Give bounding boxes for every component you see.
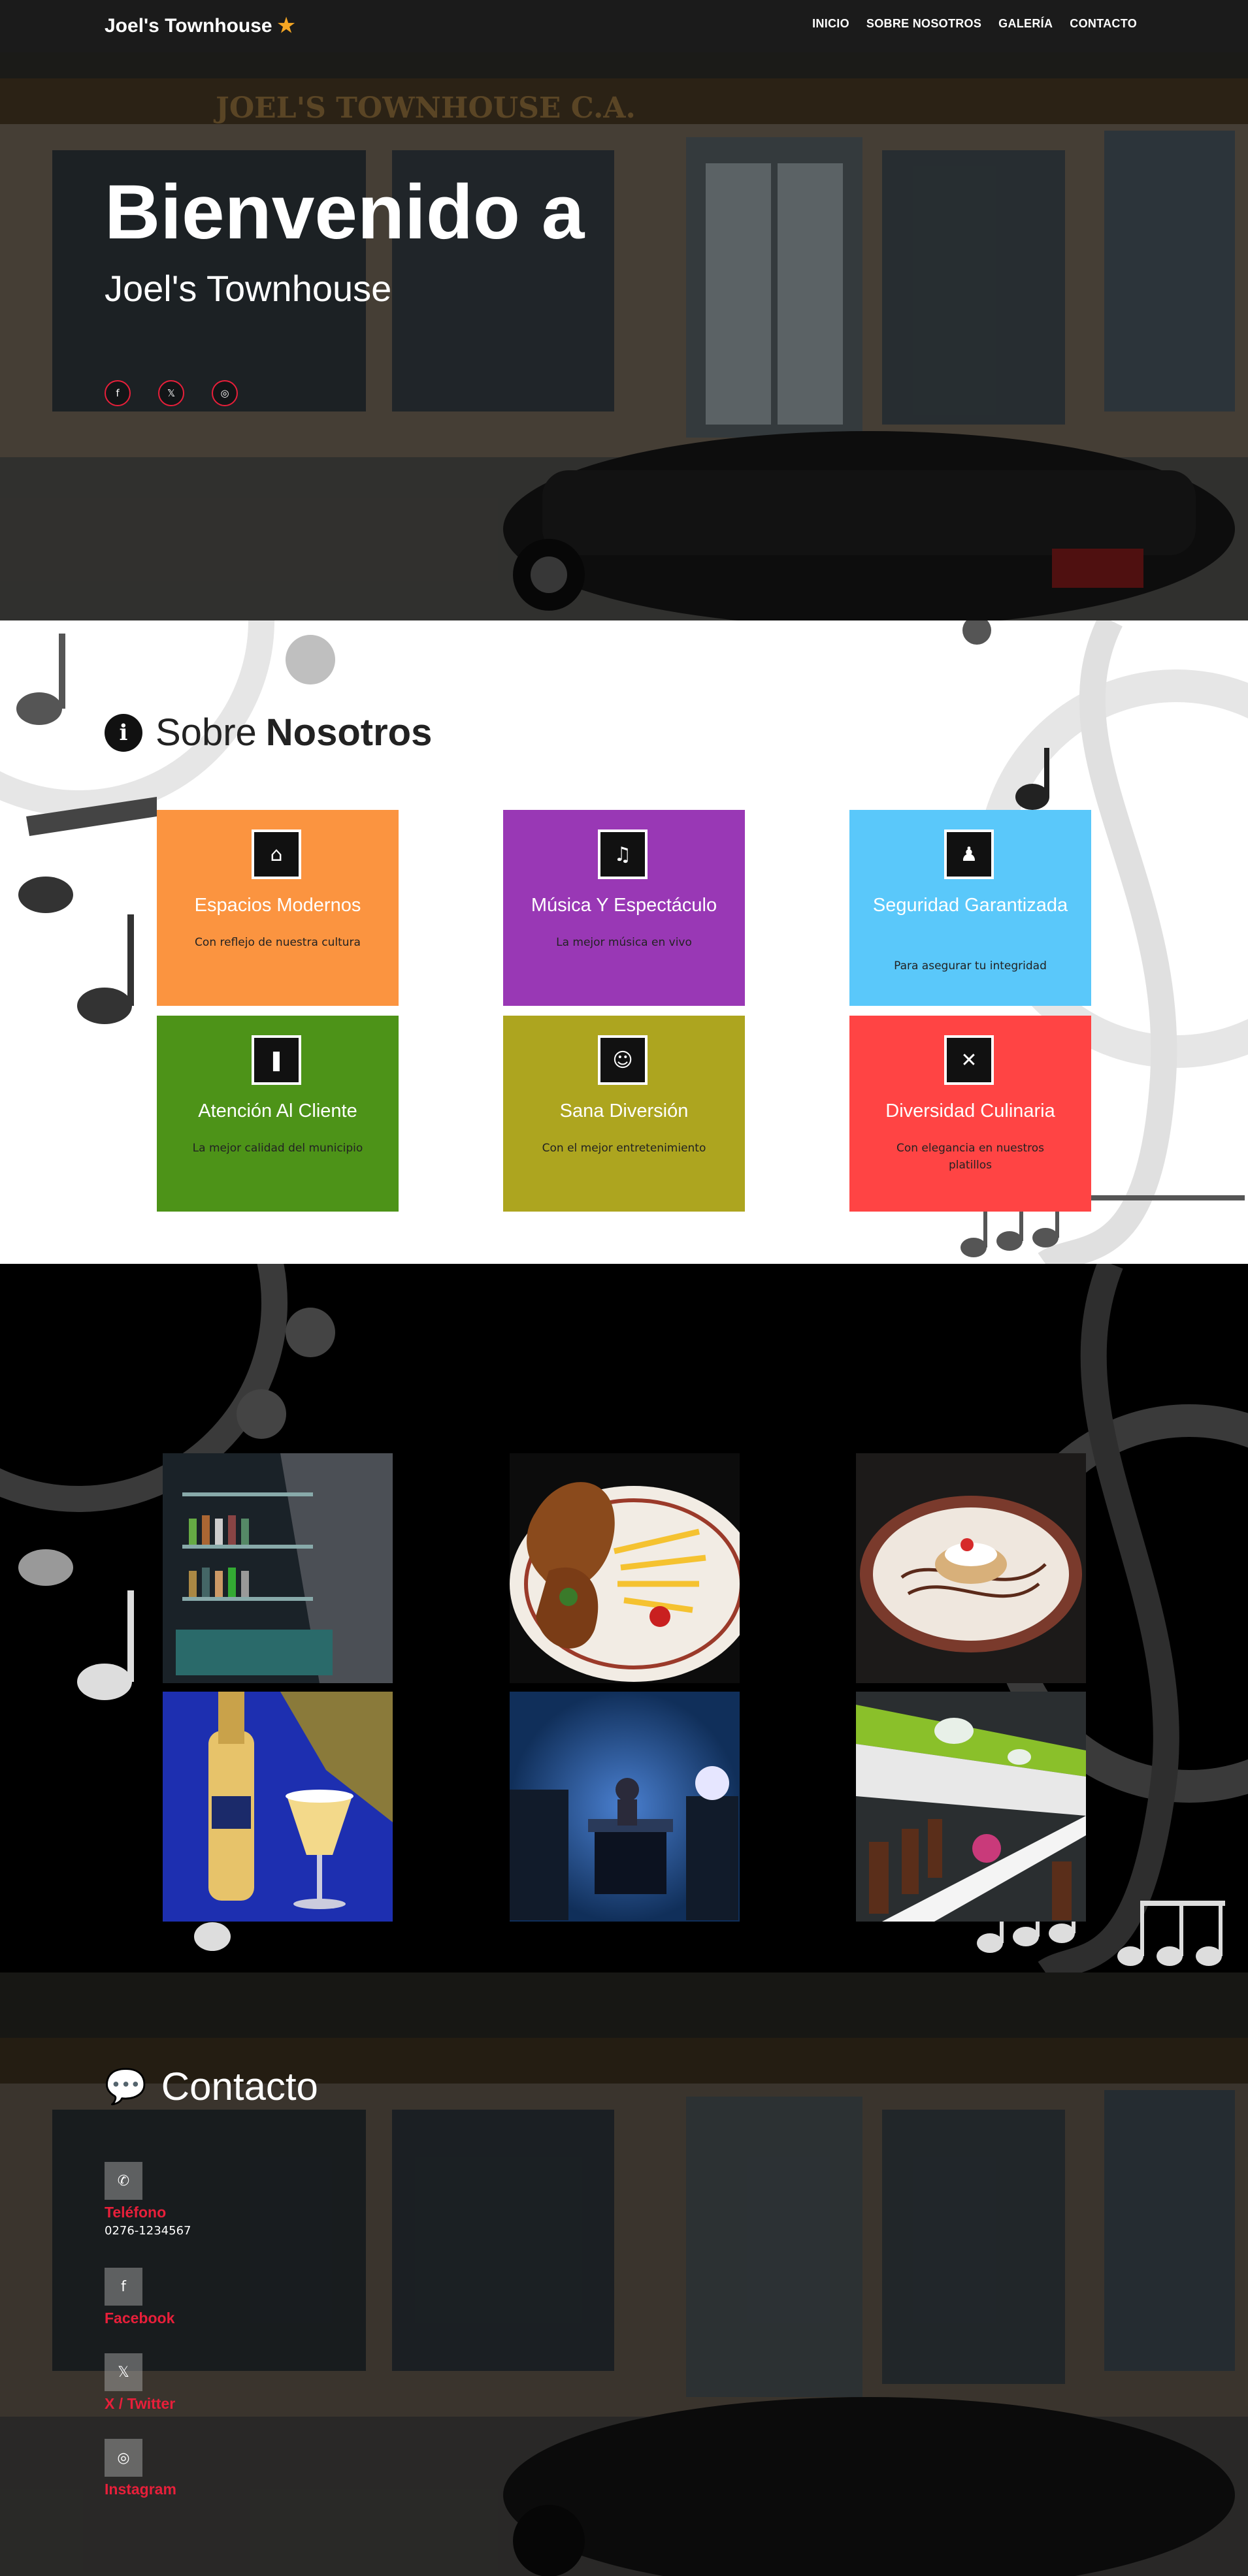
feature-card-desc: La mejor calidad del municipio xyxy=(192,1142,363,1155)
feature-card-title: Seguridad Garantizada xyxy=(872,895,1068,916)
utensils-icon: ✕ xyxy=(944,1035,994,1085)
feature-card-title: Diversidad Culinaria xyxy=(885,1101,1055,1121)
feature-card-musica: ♫ Música Y Espectáculo La mejor música e… xyxy=(503,810,745,1006)
top-navbar: Joel's Townhouse ★ INICIO SOBRE NOSOTROS … xyxy=(0,0,1248,52)
feature-card-title: Música Y Espectáculo xyxy=(531,895,717,916)
restaurant-facade-image: JOEL'S TOWNHOUSE C.A. xyxy=(0,52,1248,620)
menu-item-contacto[interactable]: CONTACTO xyxy=(1070,17,1137,31)
brand-logo[interactable]: Joel's Townhouse ★ xyxy=(105,13,295,39)
feature-card-atencion: ❚ Atención Al Cliente La mejor calidad d… xyxy=(157,1016,399,1212)
menu-item-galeria[interactable]: GALERÍA xyxy=(998,17,1053,31)
home-icon: ⌂ xyxy=(252,829,301,879)
about-section: i Sobre Nosotros ⌂ Espacios Modernos Con … xyxy=(0,620,1248,1264)
facebook-icon[interactable]: f xyxy=(105,380,131,406)
drinks-photo[interactable] xyxy=(163,1692,393,1922)
dining-hall-photo[interactable] xyxy=(856,1692,1086,1922)
main-menu: INICIO SOBRE NOSOTROS GALERÍA CONTACTO xyxy=(812,17,1137,31)
feature-card-diversidad-culinaria: ✕ Diversidad Culinaria Con elegancia en … xyxy=(849,1016,1091,1212)
hero-title: Bienvenido a xyxy=(105,169,585,255)
dj-booth-photo[interactable] xyxy=(510,1692,740,1922)
feature-card-desc: Con el mejor entretenimiento xyxy=(542,1142,706,1155)
contact-title-text: Contacto xyxy=(161,2065,318,2108)
instagram-icon[interactable]: ◎ xyxy=(212,380,238,406)
group-icon: ☺ xyxy=(598,1035,648,1085)
feature-card-title: Sana Diversión xyxy=(559,1101,689,1121)
brand-name[interactable]: Joel's Townhouse xyxy=(105,15,272,37)
contact-label[interactable]: X / Twitter xyxy=(105,2395,175,2413)
feature-card-desc: Con reflejo de nuestra cultura xyxy=(195,936,361,949)
gallery-section xyxy=(0,1264,1248,1972)
x-twitter-icon[interactable]: 𝕏 xyxy=(105,2353,142,2391)
contact-item-facebook: f Facebook xyxy=(105,2268,174,2327)
music-icon: ♫ xyxy=(598,829,648,879)
contact-label[interactable]: Teléfono xyxy=(105,2204,191,2221)
phone-icon[interactable]: ✆ xyxy=(105,2162,142,2200)
feature-card-title: Espacios Modernos xyxy=(194,895,361,916)
feature-card-seguridad: ♟ Seguridad Garantizada Para asegurar tu… xyxy=(849,810,1091,1006)
about-title: i Sobre Nosotros xyxy=(105,711,432,754)
menu-item-inicio[interactable]: INICIO xyxy=(812,17,849,31)
contact-section: 💬 Contacto ✆ Teléfono 0276-1234567 f Fac… xyxy=(0,1972,1248,2576)
contact-value: 0276-1234567 xyxy=(105,2224,191,2238)
feature-card-sana-diversion: ☺ Sana Diversión Con el mejor entretenim… xyxy=(503,1016,745,1212)
person-icon: ♟ xyxy=(944,829,994,879)
hero-subtitle: Joel's Townhouse xyxy=(105,268,392,309)
info-icon: i xyxy=(105,713,142,752)
contact-item-twitter: 𝕏 X / Twitter xyxy=(105,2353,175,2413)
contact-label[interactable]: Facebook xyxy=(105,2310,174,2327)
chat-icon: 💬 xyxy=(105,2068,147,2106)
feature-card-desc: Para asegurar tu integridad xyxy=(894,959,1047,973)
hero-social-links: f 𝕏 ◎ xyxy=(105,380,238,406)
contact-title: 💬 Contacto xyxy=(105,2064,318,2109)
about-title-light: Sobre xyxy=(156,711,257,754)
dessert-plate-photo[interactable] xyxy=(856,1453,1086,1683)
restaurant-facade-background xyxy=(0,1972,1248,2576)
feature-card-title: Atención Al Cliente xyxy=(198,1101,357,1121)
feature-card-espacios-modernos: ⌂ Espacios Modernos Con reflejo de nuest… xyxy=(157,810,399,1006)
x-twitter-icon[interactable]: 𝕏 xyxy=(158,380,184,406)
fried-chicken-plate-photo[interactable] xyxy=(510,1453,740,1683)
contact-item-instagram: ◎ Instagram xyxy=(105,2439,176,2498)
hero-section: JOEL'S TOWNHOUSE C.A. Bienvenido a Joel'… xyxy=(0,52,1248,620)
feature-card-desc: Con elegancia en nuestros platillos xyxy=(896,1142,1044,1172)
instagram-icon[interactable]: ◎ xyxy=(105,2439,142,2477)
bar-shelves-photo[interactable] xyxy=(163,1453,393,1683)
about-title-bold: Nosotros xyxy=(265,711,433,754)
facebook-icon[interactable]: f xyxy=(105,2268,142,2306)
feature-card-desc: La mejor música en vivo xyxy=(556,936,692,949)
contact-label[interactable]: Instagram xyxy=(105,2481,176,2498)
menu-item-sobre-nosotros[interactable]: SOBRE NOSOTROS xyxy=(866,17,981,31)
star-icon: ★ xyxy=(277,15,295,37)
bookmark-icon: ❚ xyxy=(252,1035,301,1085)
contact-item-phone: ✆ Teléfono 0276-1234567 xyxy=(105,2162,191,2238)
